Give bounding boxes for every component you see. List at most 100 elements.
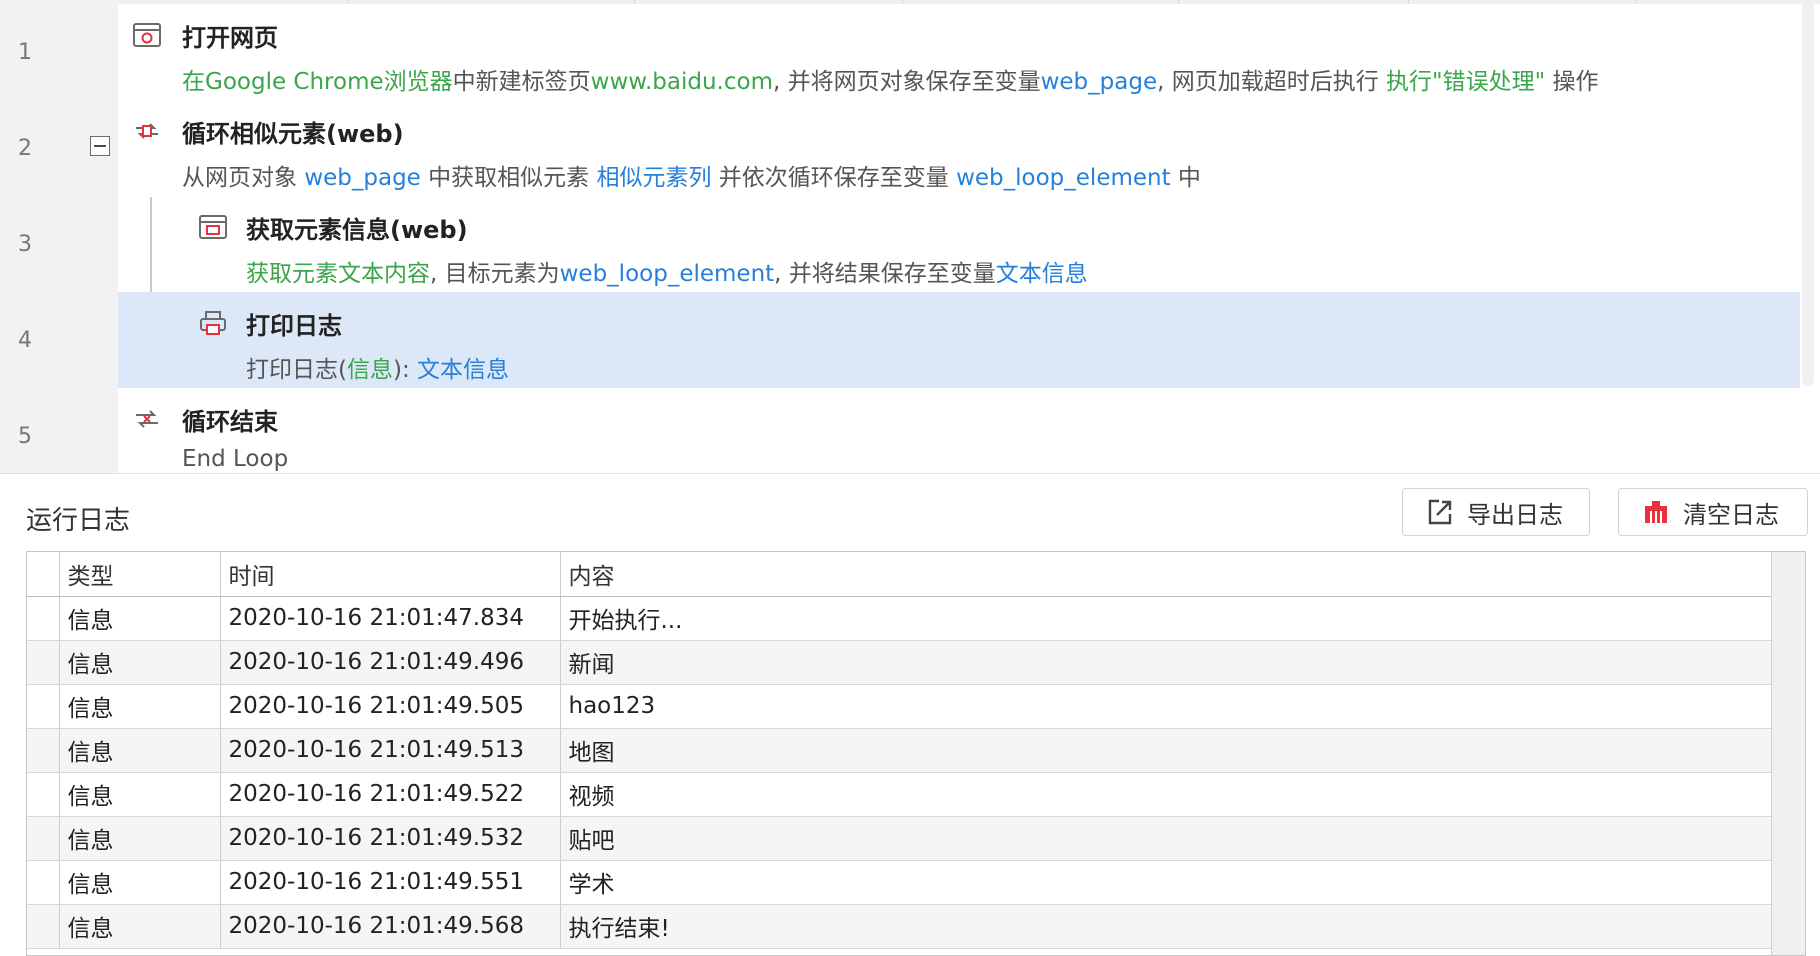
- cell-content: 新闻: [560, 640, 1773, 685]
- cell-time: 2020-10-16 21:01:49.496: [220, 640, 561, 685]
- cell-content: 执行结束!: [560, 904, 1773, 949]
- step-title: 打印日志: [246, 312, 342, 340]
- table-row[interactable]: 信息 2020-10-16 21:01:49.568 执行结束!: [27, 904, 1773, 949]
- print-log-icon: [200, 311, 226, 335]
- description-segment: 中获取相似元素: [420, 165, 597, 191]
- description-segment: 从网页对象: [182, 165, 305, 191]
- row-handle[interactable]: [27, 904, 60, 949]
- cell-content: 地图: [560, 728, 1773, 773]
- log-header-row: 类型 时间 内容: [27, 552, 1773, 597]
- description-segment: Google Chrome浏览器: [205, 69, 453, 95]
- flow-step-get-element-info[interactable]: 获取元素信息(web) 获取元素文本内容, 目标元素为web_loop_elem…: [118, 196, 1800, 292]
- cell-content: 视频: [560, 772, 1773, 817]
- column-header-type[interactable]: 类型: [59, 552, 221, 597]
- cell-content: 学术: [560, 860, 1773, 905]
- description-segment: 操作: [1545, 69, 1599, 95]
- description-segment: 执行"错误处理": [1386, 69, 1546, 95]
- line-number: 2: [18, 136, 32, 161]
- log-table-scrollbar[interactable]: [1771, 552, 1805, 955]
- row-header-corner: [27, 552, 60, 597]
- cell-time: 2020-10-16 21:01:49.551: [220, 860, 561, 905]
- line-number: 5: [18, 424, 32, 449]
- element-info-icon: [199, 215, 227, 239]
- description-segment: 中新建标签页: [452, 69, 591, 95]
- cell-type: 信息: [59, 640, 221, 685]
- cell-content: hao123: [560, 684, 1773, 729]
- step-title: 循环相似元素(web): [182, 120, 404, 148]
- step-description: 在Google Chrome浏览器中新建标签页www.baidu.com, 并将…: [182, 62, 1599, 96]
- cell-time: 2020-10-16 21:01:49.532: [220, 816, 561, 861]
- row-handle[interactable]: [27, 860, 60, 905]
- export-icon: [1428, 499, 1452, 525]
- description-segment: 中: [1170, 165, 1201, 191]
- cell-content: 开始执行...: [560, 596, 1773, 641]
- description-segment: , 网页加载超时后执行: [1157, 69, 1387, 95]
- table-row[interactable]: 信息 2020-10-16 21:01:49.513 地图: [27, 728, 1773, 773]
- step-description: 打印日志(信息): 文本信息: [246, 350, 509, 384]
- browser-open-icon: [133, 23, 161, 47]
- row-handle[interactable]: [27, 640, 60, 685]
- step-title: 循环结束: [182, 408, 278, 436]
- row-handle[interactable]: [27, 772, 60, 817]
- table-row[interactable]: 信息 2020-10-16 21:01:49.505 hao123: [27, 684, 1773, 729]
- cell-type: 信息: [59, 860, 221, 905]
- cell-time: 2020-10-16 21:01:49.513: [220, 728, 561, 773]
- flow-step-open-webpage[interactable]: 打开网页 在Google Chrome浏览器中新建标签页www.baidu.co…: [118, 4, 1800, 100]
- step-description: 从网页对象 web_page 中获取相似元素 相似元素列 并依次循环保存至变量 …: [182, 158, 1201, 192]
- description-segment: web_loop_element: [559, 261, 775, 287]
- description-segment: 文本信息: [417, 357, 510, 383]
- clear-icon: [1645, 501, 1667, 523]
- description-segment: web_page: [1040, 69, 1158, 95]
- step-title: 获取元素信息(web): [246, 216, 468, 244]
- table-row[interactable]: 信息 2020-10-16 21:01:47.834 开始执行...: [27, 596, 1773, 641]
- cell-type: 信息: [59, 596, 221, 641]
- description-segment: , 目标元素为: [430, 261, 560, 287]
- cell-type: 信息: [59, 684, 221, 729]
- flow-editor: 1 打开网页 在Google Chrome浏览器中新建标签页www.baidu.…: [0, 0, 1820, 474]
- flow-step-print-log[interactable]: 打印日志 打印日志(信息): 文本信息: [118, 292, 1800, 388]
- row-handle[interactable]: [27, 596, 60, 641]
- line-number: 1: [18, 40, 32, 65]
- description-segment: 在: [182, 69, 205, 95]
- description-segment: , 并将网页对象保存至变量: [772, 69, 1041, 95]
- row-handle[interactable]: [27, 816, 60, 861]
- cell-time: 2020-10-16 21:01:49.522: [220, 772, 561, 817]
- cell-type: 信息: [59, 772, 221, 817]
- cell-type: 信息: [59, 904, 221, 949]
- cell-time: 2020-10-16 21:01:47.834: [220, 596, 561, 641]
- step-description: End Loop: [182, 446, 288, 472]
- log-table: 类型 时间 内容 信息 2020-10-16 21:01:47.834 开始执行…: [26, 551, 1806, 956]
- flow-step-loop-end[interactable]: 循环结束 End Loop: [118, 388, 1800, 473]
- clear-log-label: 清空日志: [1683, 500, 1779, 529]
- row-handle[interactable]: [27, 684, 60, 729]
- cell-time: 2020-10-16 21:01:49.568: [220, 904, 561, 949]
- description-segment: www.baidu.com: [590, 69, 773, 95]
- description-segment: 相似元素列: [596, 165, 712, 191]
- table-row[interactable]: 信息 2020-10-16 21:01:49.522 视频: [27, 772, 1773, 817]
- row-handle[interactable]: [27, 728, 60, 773]
- column-header-time[interactable]: 时间: [220, 552, 561, 597]
- flow-scrollbar[interactable]: [1802, 0, 1814, 386]
- export-log-label: 导出日志: [1467, 500, 1563, 529]
- description-segment: ):: [392, 357, 418, 383]
- cell-time: 2020-10-16 21:01:49.505: [220, 684, 561, 729]
- log-panel-title: 运行日志: [26, 506, 131, 536]
- log-grid: 类型 时间 内容 信息 2020-10-16 21:01:47.834 开始执行…: [27, 552, 1773, 949]
- description-segment: , 并将结果保存至变量: [774, 261, 996, 287]
- description-segment: 信息: [346, 357, 393, 383]
- description-segment: 打印日志(: [246, 357, 347, 383]
- collapse-toggle[interactable]: [90, 136, 110, 156]
- flow-step-loop-similar-elements[interactable]: 循环相似元素(web) 从网页对象 web_page 中获取相似元素 相似元素列…: [118, 100, 1800, 196]
- clear-log-button[interactable]: 清空日志: [1618, 488, 1808, 536]
- line-number: 3: [18, 232, 32, 257]
- description-segment: 并依次循环保存至变量: [711, 165, 957, 191]
- column-header-content[interactable]: 内容: [560, 552, 1773, 597]
- table-row[interactable]: 信息 2020-10-16 21:01:49.496 新闻: [27, 640, 1773, 685]
- loop-similar-icon: [136, 123, 158, 139]
- table-row[interactable]: 信息 2020-10-16 21:01:49.551 学术: [27, 860, 1773, 905]
- cell-type: 信息: [59, 728, 221, 773]
- table-row[interactable]: 信息 2020-10-16 21:01:49.532 贴吧: [27, 816, 1773, 861]
- description-segment: web_loop_element: [956, 165, 1171, 191]
- export-log-button[interactable]: 导出日志: [1402, 488, 1590, 536]
- step-description: 获取元素文本内容, 目标元素为web_loop_element, 并将结果保存至…: [246, 254, 1088, 288]
